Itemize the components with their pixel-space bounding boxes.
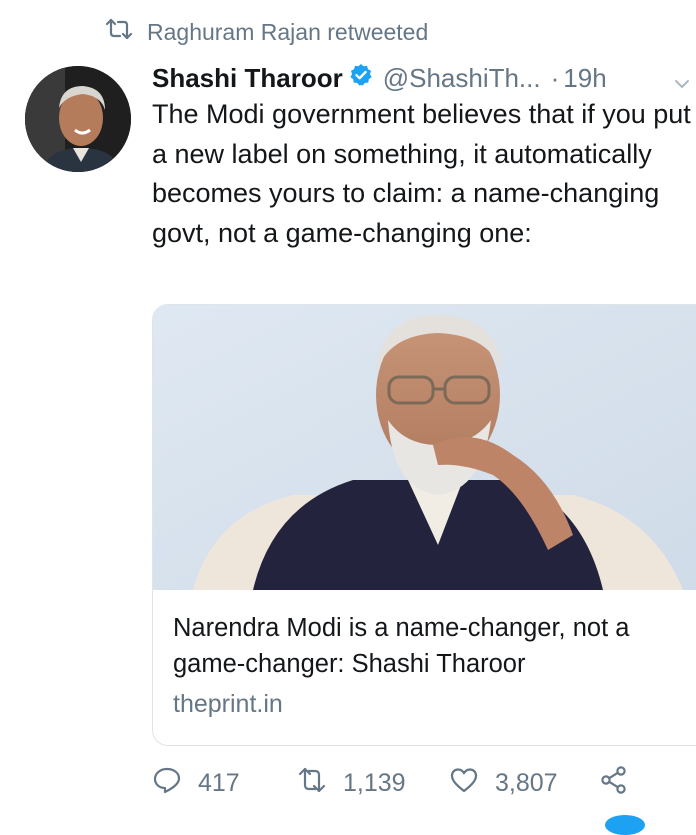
- retweet-icon: [297, 765, 343, 802]
- reply-count: 417: [198, 769, 240, 797]
- tweet-timestamp[interactable]: 19h: [563, 63, 606, 94]
- card-image: [153, 305, 696, 590]
- chevron-down-icon[interactable]: [674, 68, 690, 89]
- header-separator: ·: [550, 62, 560, 93]
- heart-icon: [449, 765, 495, 802]
- verified-badge-icon: [343, 63, 383, 94]
- retweet-context-text: Raghuram Rajan retweeted: [147, 18, 429, 45]
- card-domain[interactable]: theprint.in: [173, 686, 693, 722]
- floating-compose-button[interactable]: [605, 815, 645, 835]
- like-button[interactable]: 3,807: [449, 765, 599, 802]
- reply-button[interactable]: 417: [152, 765, 297, 802]
- tweet-actions: 417 1,139 3,807: [152, 765, 629, 802]
- link-card[interactable]: Narendra Modi is a name-changer, not a g…: [152, 304, 696, 746]
- card-title[interactable]: Narendra Modi is a name-changer, not a g…: [173, 610, 693, 682]
- reply-icon: [152, 765, 198, 802]
- tweet-header: Shashi Tharoor @ShashiTh... · 19h: [152, 58, 696, 98]
- like-count: 3,807: [495, 769, 558, 797]
- retweet-count: 1,139: [343, 769, 406, 797]
- retweet-icon: [105, 18, 133, 46]
- share-icon: [599, 765, 629, 802]
- share-button[interactable]: [599, 765, 629, 802]
- author-name[interactable]: Shashi Tharoor: [152, 63, 343, 94]
- tweet-text: The Modi government believes that if you…: [152, 99, 691, 248]
- retweet-button[interactable]: 1,139: [297, 765, 449, 802]
- retweet-context[interactable]: Raghuram Rajan retweeted: [105, 18, 428, 46]
- card-text: Narendra Modi is a name-changer, not a g…: [173, 610, 693, 722]
- author-handle[interactable]: @ShashiTh...: [383, 63, 541, 94]
- avatar[interactable]: [25, 66, 131, 172]
